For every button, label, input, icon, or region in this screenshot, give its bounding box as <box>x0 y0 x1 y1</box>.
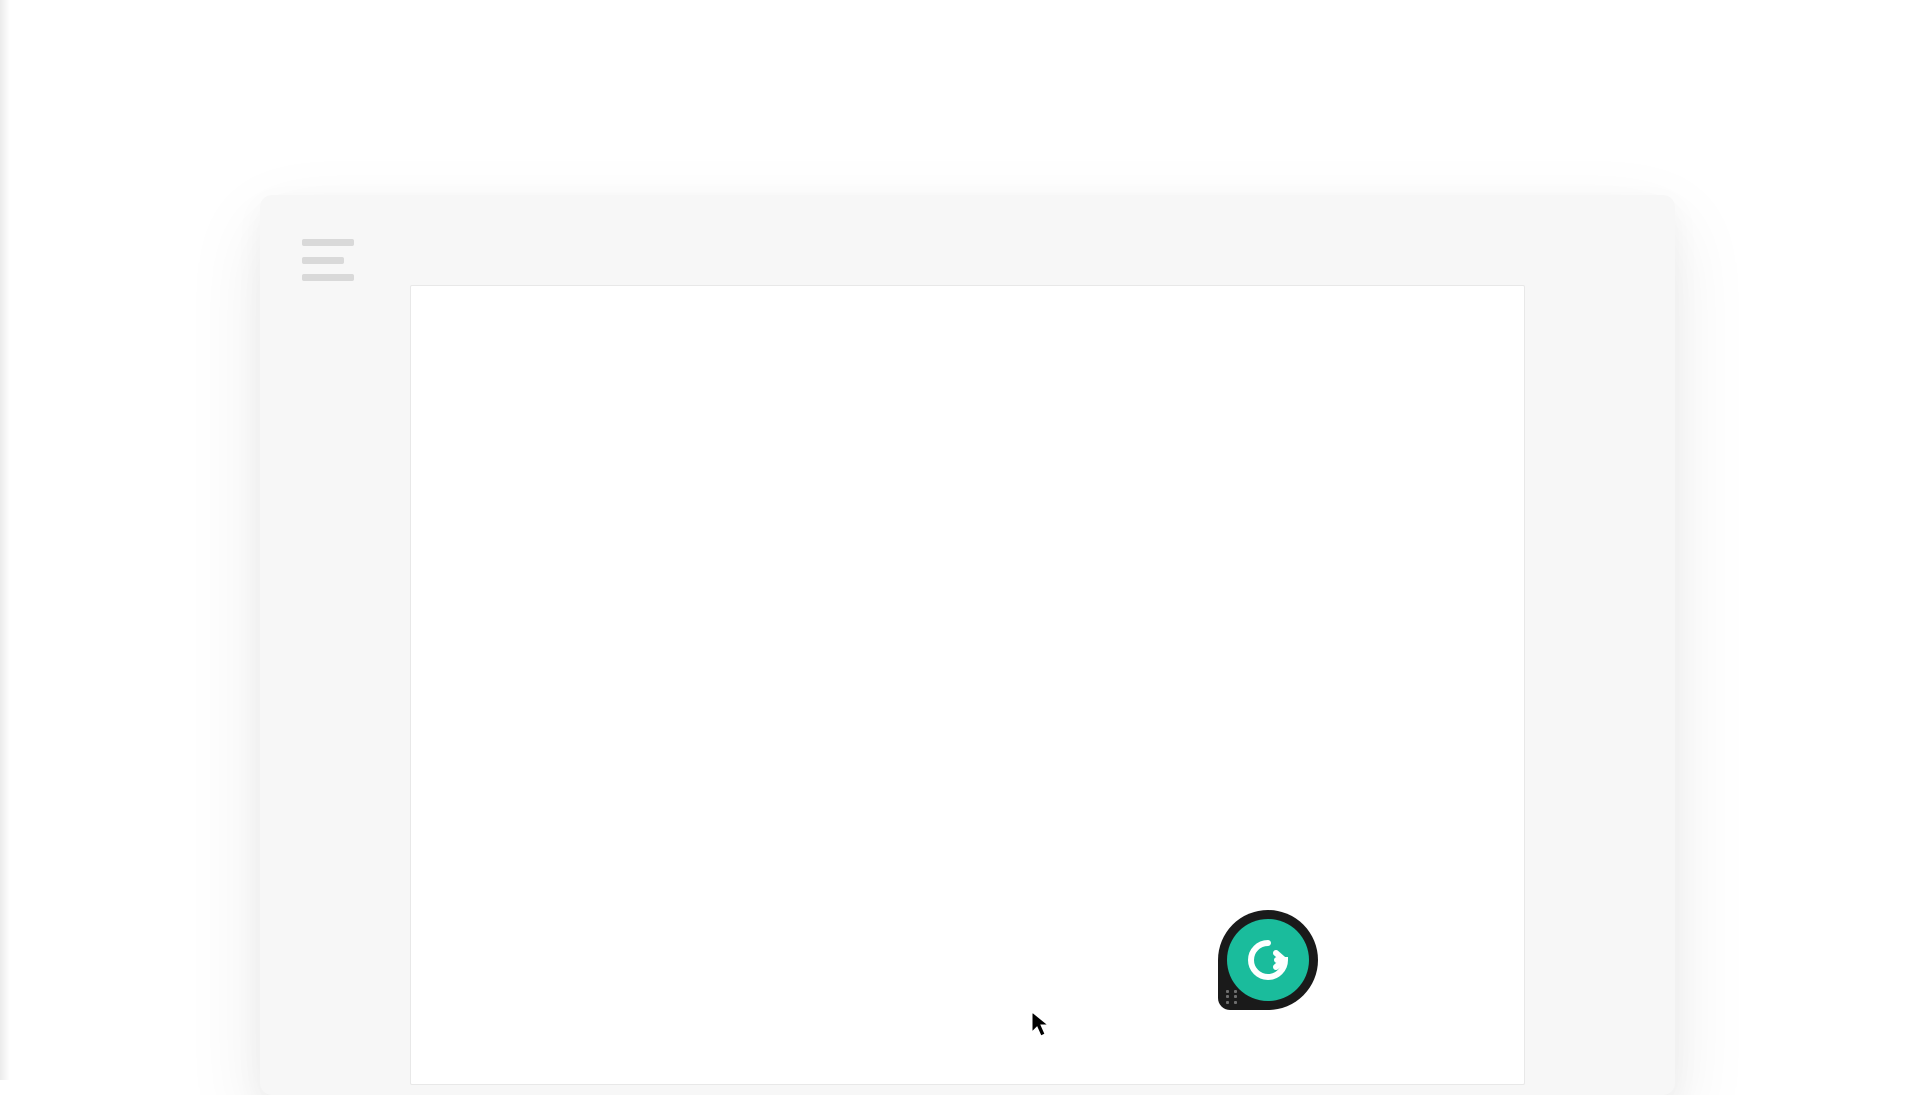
menu-button[interactable] <box>302 239 354 281</box>
hamburger-icon-line <box>302 274 354 281</box>
grammarly-g-icon <box>1243 935 1293 985</box>
widget-inner-circle <box>1227 919 1309 1001</box>
window-edge-shadow <box>0 0 10 1080</box>
editor-window <box>260 195 1675 1095</box>
grammarly-widget[interactable] <box>1218 910 1318 1010</box>
document-editor[interactable] <box>410 285 1525 1085</box>
hamburger-icon-line <box>302 257 344 264</box>
drag-handle-icon[interactable] <box>1226 990 1240 1004</box>
hamburger-icon <box>302 239 354 246</box>
